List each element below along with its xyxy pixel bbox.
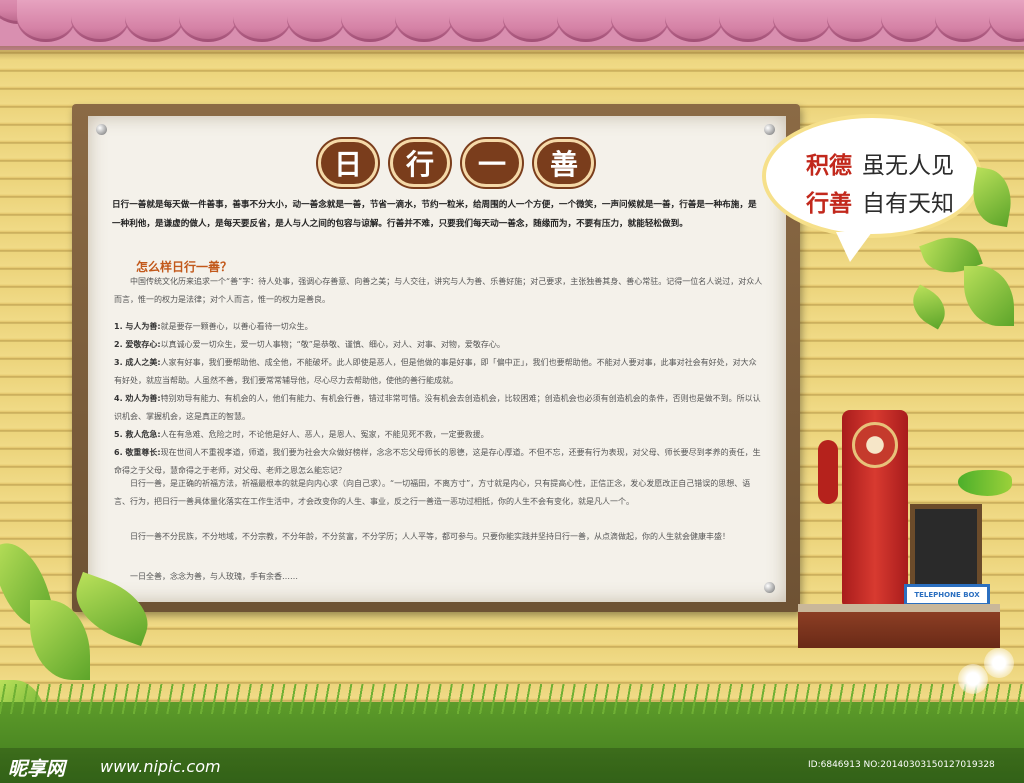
watermark-logo: 昵享网: [8, 758, 66, 780]
list-item: 5. 救人危急:人在有急难、危险之时，不论他是好人、恶人，是恩人、冤家，不能见死…: [114, 426, 764, 444]
list-item: 3. 成人之美:人家有好事，我们要帮助他、成全他，不能破坏。此人即使是恶人，但是…: [114, 354, 764, 390]
list-item-label: 2. 爱敬存心:: [114, 340, 161, 349]
roof-tile: [827, 0, 885, 42]
page-title: 日 行 一 善: [318, 139, 594, 187]
list-item-text: 以真诚心爱一切众生，爱一切人事物；“敬”是恭敬、谨慎、细心，对人、对事、对物，爱…: [160, 340, 505, 349]
pin-icon: [764, 582, 775, 593]
roof-tile: [71, 0, 129, 42]
title-char: 日: [318, 139, 378, 187]
dandelion-icon: [958, 664, 988, 694]
rotary-dial-icon: [852, 422, 898, 468]
slogan-line-2: 行善 自有天知: [806, 184, 954, 218]
roof-tile: [17, 0, 75, 42]
paragraph-equality: 日行一善不分民族，不分地域，不分宗教，不分年龄，不分贫富，不分学历；人人平等，都…: [130, 532, 730, 541]
pin-icon: [96, 124, 107, 135]
slogan-line-1: 积德 虽无人见: [806, 146, 954, 180]
intro-text: 日行一善就是每天做一件善事，善事不分大小，动一善念就是一善，节省一滴水，节约一粒…: [112, 200, 757, 229]
title-char: 善: [534, 139, 594, 187]
roof-tile: [503, 0, 561, 42]
slogan-keyword: 积德: [806, 153, 852, 179]
list-item: 2. 爱敬存心:以真诚心爱一切众生，爱一切人事物；“敬”是恭敬、谨慎、细心，对人…: [114, 336, 764, 354]
dandelion-icon: [984, 648, 1014, 678]
list-item-label: 1. 与人为善:: [114, 322, 161, 331]
list-item: 4. 劝人为善:特别劝导有能力、有机会的人，他们有能力、有机会行善，错过非常可惜…: [114, 390, 764, 426]
list-item-label: 3. 成人之美:: [114, 358, 161, 367]
list-item-label: 4. 劝人为善:: [114, 394, 161, 403]
roof-tile: [719, 0, 777, 42]
list-item-text: 特别劝导有能力、有机会的人，他们有能力、有机会行善，错过非常可惜。没有机会去创造…: [114, 394, 761, 421]
tiled-roof: [0, 0, 1024, 50]
title-char: 行: [390, 139, 450, 187]
slogan-keyword: 行善: [806, 191, 852, 217]
list-item-label: 6. 敬重尊长:: [114, 448, 161, 457]
paragraph-culture: 中国传统文化历来追求一个“善”字：待人处事，强调心存善意、向善之美；与人交往，讲…: [114, 277, 763, 304]
roof-tile: [773, 0, 831, 42]
roof-tile: [989, 0, 1024, 42]
roof-tile: [611, 0, 669, 42]
roof-tile: [449, 0, 507, 42]
paragraph-blessing: 日行一善，是正确的祈福方法，祈福最根本的就是向内心求（向自己求）。“一切福田，不…: [114, 479, 751, 506]
title-char: 一: [462, 139, 522, 187]
list-item-text: 人家有好事，我们要帮助他、成全他，不能破坏。此人即使是恶人，但是他做的事是好事，…: [114, 358, 757, 385]
chalkboard: [910, 504, 982, 596]
roof-tile: [881, 0, 939, 42]
phone-receiver-icon: [818, 440, 838, 504]
slogan-text: 虽无人见: [862, 153, 954, 179]
item-list: 1. 与人为善:就是要存一颗善心，以善心看待一切众生。 2. 爱敬存心:以真诚心…: [114, 318, 764, 480]
roof-tile: [395, 0, 453, 42]
slogan-text: 自有天知: [862, 191, 954, 217]
watermark-url: www.nipic.com: [100, 757, 221, 776]
grass-blades: [0, 684, 1024, 714]
roof-tile: [233, 0, 291, 42]
roof-tile: [557, 0, 615, 42]
list-item-text: 就是要存一颗善心，以善心看待一切众生。: [160, 322, 313, 331]
list-item: 1. 与人为善:就是要存一颗善心，以善心看待一切众生。: [114, 318, 764, 336]
roof-tile: [935, 0, 993, 42]
roof-tile: [179, 0, 237, 42]
roof-shadow: [0, 46, 1024, 60]
list-item-text: 人在有急难、危险之时，不论他是好人、恶人，是恩人、冤家，不能见死不救，一定要救援…: [160, 430, 489, 439]
roof-tile: [287, 0, 345, 42]
roof-tile: [665, 0, 723, 42]
list-item-label: 5. 救人危急:: [114, 430, 161, 439]
roof-tile: [341, 0, 399, 42]
telephone-box-sign: TELEPHONE BOX: [904, 584, 990, 606]
list-item-text: 现在世间人不重视孝道，师道，我们要为社会大众做好榜样，念念不忘父母师长的恩德，这…: [114, 448, 761, 475]
closing-line: 一日全善，念念为善，与人玫瑰，手有余香……: [130, 572, 298, 581]
wall-shelf: [798, 604, 1000, 648]
speech-bubble-tail: [836, 232, 872, 262]
roof-tile: [125, 0, 183, 42]
pin-icon: [764, 124, 775, 135]
watermark-id: ID:6846913 NO:20140303150127019328: [808, 760, 995, 770]
